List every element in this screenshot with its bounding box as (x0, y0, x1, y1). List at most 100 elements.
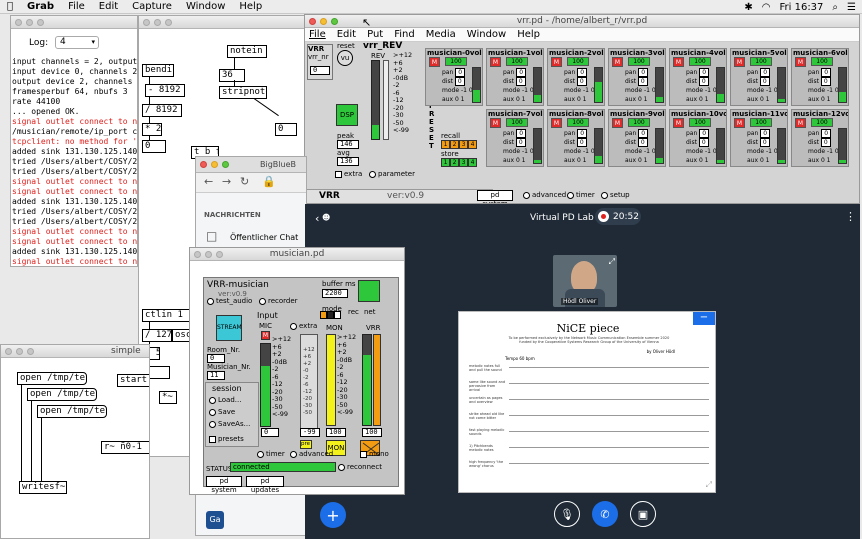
pan-row[interactable]: pan 0 (747, 129, 771, 138)
public-chat-link[interactable]: Öffentlicher Chat (230, 233, 298, 242)
aux-values[interactable]: 0 1 (699, 157, 709, 164)
vrr-menu-put[interactable]: Put (367, 29, 383, 40)
extra-checkbox[interactable] (335, 170, 342, 178)
timer-toggle[interactable]: timer (567, 191, 595, 199)
dist-value[interactable]: 0 (576, 138, 587, 147)
mute-button[interactable]: M (612, 57, 623, 67)
minimize-button[interactable] (154, 19, 161, 26)
log-select[interactable]: 4 ▾ (55, 36, 99, 49)
close-button[interactable] (309, 18, 316, 25)
stream-toggle[interactable]: STREAM (216, 315, 242, 341)
zoom-button[interactable] (216, 251, 223, 258)
aux-row[interactable]: aux 0 1 (808, 157, 831, 164)
dist-row[interactable]: dist 0 (442, 77, 465, 86)
store-preset-button[interactable]: 2 (450, 158, 459, 167)
pan-row[interactable]: pan 0 (564, 129, 588, 138)
fullscreen-icon[interactable]: ⤢ (706, 480, 712, 490)
dist-value[interactable]: 0 (759, 138, 770, 147)
webcam-video[interactable]: ⤢ Hödl Oliver (553, 255, 617, 307)
pan-row[interactable]: pan 0 (747, 68, 771, 77)
number-zero[interactable]: 0 (275, 123, 297, 136)
vrr-slider[interactable] (373, 334, 381, 426)
recall-preset-button[interactable]: 1 (441, 140, 450, 149)
minimize-button[interactable] (205, 251, 212, 258)
volume-value[interactable]: 100 (750, 118, 772, 127)
vrr-menu-find[interactable]: Find (394, 29, 415, 40)
pan-value[interactable]: 0 (760, 129, 771, 138)
pan-row[interactable]: pan 0 (625, 129, 649, 138)
mode-option-3[interactable] (334, 311, 341, 319)
user-avatar[interactable]: Ga (206, 511, 224, 529)
pan-value[interactable]: 0 (455, 68, 466, 77)
aux-values[interactable]: 0 1 (455, 96, 465, 103)
bendin-object[interactable]: bendin (142, 64, 174, 77)
div-127-object[interactable]: / 127 (142, 329, 172, 342)
volume-value[interactable]: 100 (567, 57, 589, 66)
mute-button[interactable]: M (612, 118, 623, 128)
aux-values[interactable]: 0 1 (760, 96, 770, 103)
dist-row[interactable]: dist 0 (808, 77, 831, 86)
menu-file[interactable]: File (61, 1, 92, 12)
aux-values[interactable]: 0 1 (821, 157, 831, 164)
aux-values[interactable]: 0 1 (760, 157, 770, 164)
store-preset-button[interactable]: 3 (459, 158, 468, 167)
volume-value[interactable]: 100 (628, 57, 650, 66)
aux-row[interactable]: aux 0 1 (442, 96, 465, 103)
pan-value[interactable]: 0 (821, 68, 832, 77)
pan-value[interactable]: 0 (699, 68, 710, 77)
vrr-menu-window[interactable]: Window (467, 29, 506, 40)
expand-icon[interactable]: ⤢ (609, 257, 615, 267)
r-object[interactable]: r~ ñ0-1 (101, 441, 149, 454)
dist-row[interactable]: dist 0 (686, 138, 709, 147)
store-preset-button[interactable]: 1 (441, 158, 450, 167)
rev-slider[interactable] (383, 60, 389, 140)
vrr-menu-help[interactable]: Help (517, 29, 540, 40)
reconnect-toggle[interactable]: reconnect (338, 463, 382, 471)
number-36[interactable]: 36 (219, 69, 245, 82)
pan-row[interactable]: pan 0 (686, 129, 710, 138)
back-icon[interactable]: ‹ (315, 212, 319, 225)
users-icon[interactable]: ☻ (322, 213, 330, 222)
advanced-toggle[interactable]: advanced (523, 191, 566, 199)
close-button[interactable] (15, 19, 22, 26)
dist-value[interactable]: 0 (454, 77, 465, 86)
recorder-checkbox[interactable] (259, 297, 266, 305)
reload-icon[interactable]: ↻ (240, 175, 249, 188)
menu-help[interactable]: Help (232, 1, 269, 12)
vu-button[interactable]: vu (337, 50, 353, 66)
bluetooth-icon[interactable]: ✱ (744, 2, 752, 13)
zoom-button[interactable] (37, 19, 44, 26)
minus-8192-object[interactable]: - 8192 (145, 84, 185, 97)
mute-button[interactable]: M (734, 57, 745, 67)
pan-row[interactable]: pan 0 (808, 129, 832, 138)
menu-edit[interactable]: Edit (92, 1, 125, 12)
store-preset-button[interactable]: 4 (468, 158, 477, 167)
aux-row[interactable]: aux 0 1 (503, 157, 526, 164)
pan-row[interactable]: pan 0 (808, 68, 832, 77)
extra-checkbox[interactable] (290, 322, 297, 330)
pan-value[interactable]: 0 (760, 68, 771, 77)
pd-system-button[interactable]: pd system (477, 190, 513, 203)
pre-toggle[interactable]: pre (300, 440, 312, 449)
aux-row[interactable]: aux 0 1 (686, 96, 709, 103)
clock[interactable]: Fri 16:37 (780, 2, 824, 13)
pan-value[interactable]: 0 (516, 129, 527, 138)
mul-2-object[interactable]: * 2 (142, 123, 162, 136)
minimize-button[interactable] (16, 348, 23, 355)
aux-row[interactable]: aux 0 1 (747, 157, 770, 164)
setup-checkbox[interactable] (601, 191, 608, 199)
advanced-checkbox[interactable] (290, 450, 297, 458)
buffer-input[interactable]: 2200 (322, 289, 348, 298)
saveas-button[interactable]: SaveAs... (209, 420, 250, 428)
aux-row[interactable]: aux 0 1 (808, 96, 831, 103)
actions-button[interactable]: + (320, 502, 346, 528)
load-button[interactable]: Load... (209, 396, 241, 404)
stripnote-object[interactable]: stripnote (219, 86, 267, 99)
save-button[interactable]: Save (209, 408, 235, 416)
volume-value[interactable]: 100 (689, 57, 711, 66)
volume-value[interactable]: 100 (567, 118, 589, 127)
vrr-nr-input[interactable]: 0 (310, 66, 330, 75)
dist-value[interactable]: 0 (698, 138, 709, 147)
dist-value[interactable]: 0 (820, 77, 831, 86)
recall-preset-button[interactable]: 3 (459, 140, 468, 149)
